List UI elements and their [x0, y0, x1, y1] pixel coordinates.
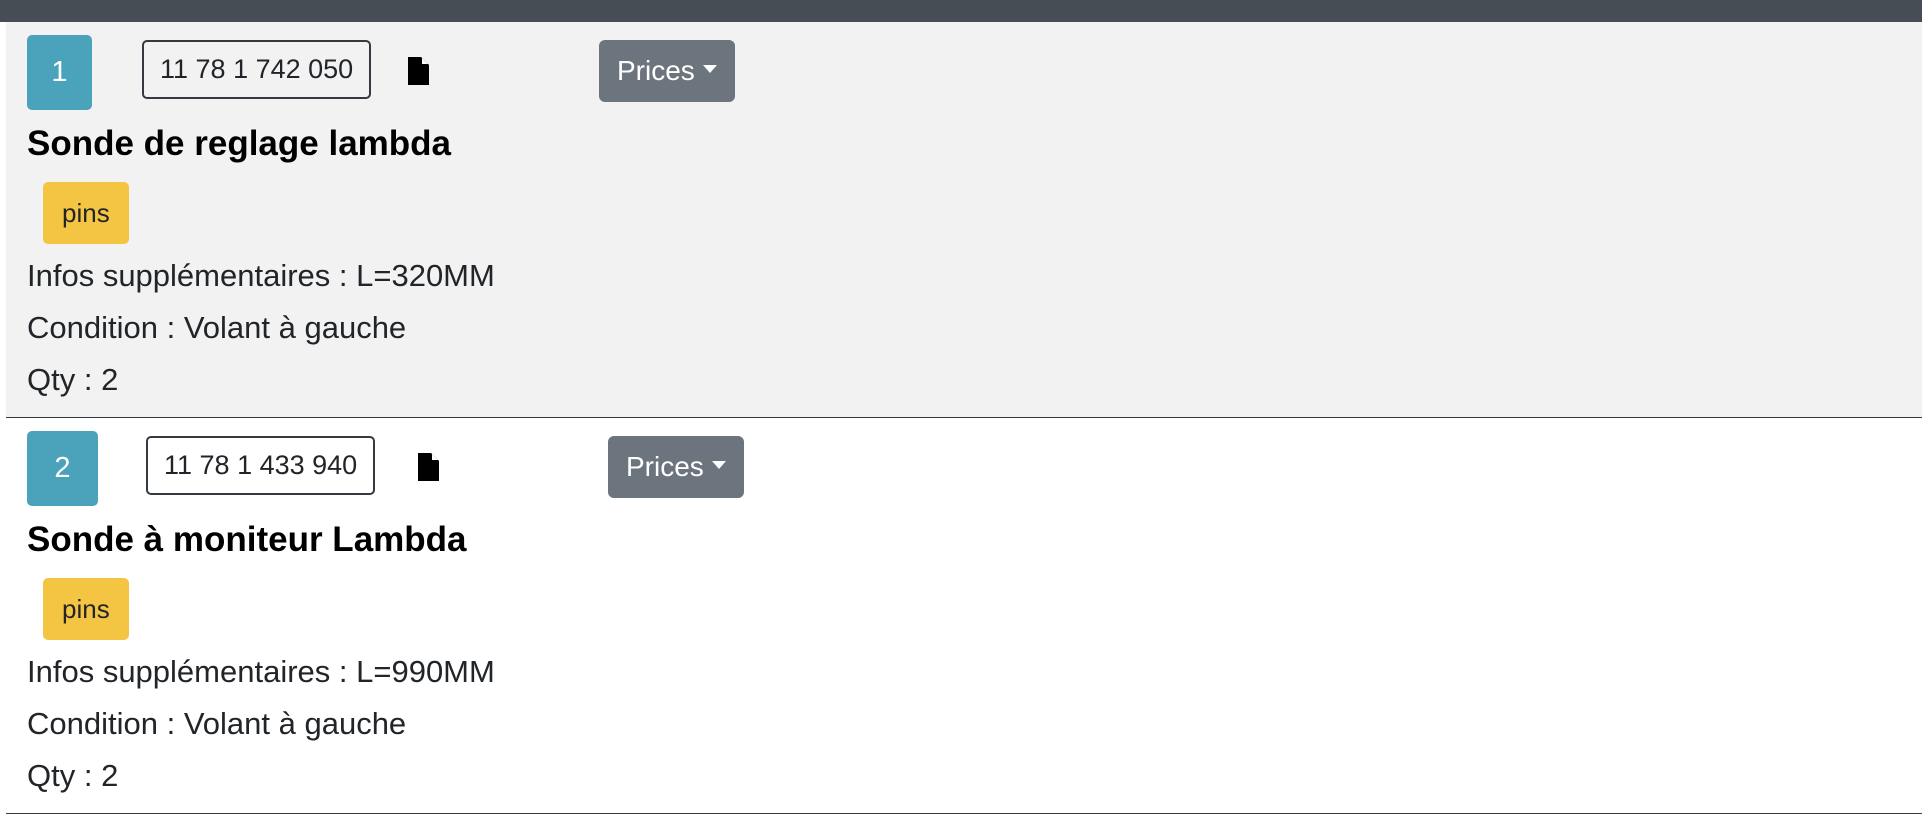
qty-text: Qty : 2	[27, 362, 119, 397]
part-number-box[interactable]: 11 78 1 742 050	[142, 40, 372, 99]
part-item: 1 11 78 1 742 050 Prices Sonde de reglag…	[6, 22, 1922, 418]
top-bar	[0, 0, 1922, 22]
infos-text: Infos supplémentaires : L=320MM	[27, 258, 495, 293]
part-header-row: 1 11 78 1 742 050 Prices	[6, 22, 1922, 114]
pins-badge: pins	[43, 578, 129, 640]
badge-row: pins	[6, 178, 1922, 250]
prices-button-label: Prices	[626, 451, 704, 482]
part-number-box[interactable]: 11 78 1 433 940	[146, 436, 376, 495]
caret-down-icon	[702, 65, 717, 73]
part-title: Sonde de reglage lambda	[27, 124, 451, 163]
parts-list: 1 11 78 1 742 050 Prices Sonde de reglag…	[6, 22, 1922, 814]
qty-text: Qty : 2	[27, 758, 119, 793]
caret-down-icon	[711, 461, 726, 469]
prices-button-label: Prices	[617, 55, 695, 86]
condition-text: Condition : Volant à gauche	[27, 310, 407, 345]
condition-text: Condition : Volant à gauche	[27, 706, 407, 741]
infos-text: Infos supplémentaires : L=990MM	[27, 654, 495, 689]
badge-row: pins	[6, 574, 1922, 646]
item-index-badge: 2	[27, 431, 98, 506]
part-header-row: 2 11 78 1 433 940 Prices	[6, 418, 1922, 510]
prices-dropdown-button[interactable]: Prices	[599, 40, 735, 102]
prices-dropdown-button[interactable]: Prices	[608, 436, 744, 498]
part-title: Sonde à moniteur Lambda	[27, 520, 467, 559]
item-index-badge: 1	[27, 35, 92, 110]
document-icon[interactable]	[418, 453, 439, 481]
document-icon[interactable]	[408, 57, 429, 85]
pins-badge: pins	[43, 182, 129, 244]
part-item: 2 11 78 1 433 940 Prices Sonde à moniteu…	[6, 418, 1922, 814]
